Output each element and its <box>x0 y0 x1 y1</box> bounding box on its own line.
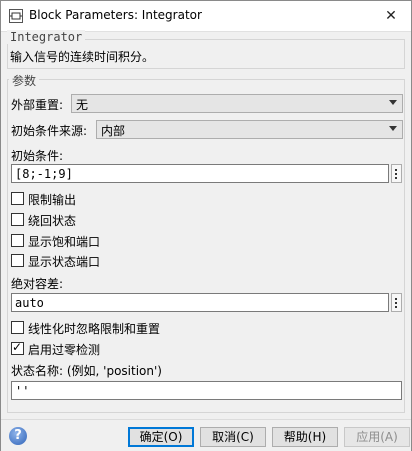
state-name-input[interactable] <box>12 382 401 399</box>
abs-tolerance-field[interactable] <box>11 293 389 312</box>
ic-source-label: 初始条件来源: <box>11 124 88 138</box>
ok-button[interactable]: 确定(O) <box>128 427 194 447</box>
ignore-limit-reset-label: 线性化时忽略限制和重置 <box>28 322 161 336</box>
close-icon[interactable]: ✕ <box>381 6 401 26</box>
wrap-state-label: 绕回状态 <box>28 214 77 228</box>
show-state-port-label: 显示状态端口 <box>28 255 101 269</box>
external-reset-label: 外部重置: <box>11 98 64 112</box>
title-bar: Block Parameters: Integrator ✕ <box>1 1 411 32</box>
more-options-icon[interactable] <box>391 293 402 312</box>
block-description: 输入信号的连续时间积分。 <box>10 50 155 64</box>
abs-tolerance-input[interactable] <box>12 294 388 311</box>
show-saturation-port-label: 显示饱和端口 <box>28 235 101 249</box>
initial-condition-input[interactable] <box>12 165 388 182</box>
more-options-icon[interactable] <box>391 164 402 183</box>
initial-condition-label: 初始条件: <box>11 149 64 163</box>
zero-crossing-label: 启用过零检测 <box>28 343 101 357</box>
checkbox-box[interactable] <box>11 234 24 247</box>
help-button[interactable]: 帮助(H) <box>272 427 338 447</box>
button-bar: ? 确定(O) 取消(C) 帮助(H) 应用(A) <box>1 419 411 451</box>
ic-source-value: 内部 <box>101 124 126 138</box>
checkbox-box[interactable] <box>11 254 24 267</box>
block-parameters-dialog: Block Parameters: Integrator ✕ Integrato… <box>0 0 412 451</box>
parameters-group-label: 参数 <box>9 72 40 89</box>
checkbox-box[interactable] <box>11 213 24 226</box>
apply-button[interactable]: 应用(A) <box>344 427 410 447</box>
chevron-down-icon <box>389 126 397 131</box>
abs-tolerance-label: 绝对容差: <box>11 277 64 291</box>
initial-condition-field[interactable] <box>11 164 389 183</box>
dialog-body: Integrator 输入信号的连续时间积分。 参数 外部重置: 无 初始条件来… <box>1 30 411 418</box>
chevron-down-icon <box>389 100 397 105</box>
simulink-app-icon <box>9 9 23 23</box>
cancel-button[interactable]: 取消(C) <box>200 427 266 447</box>
limit-output-label: 限制输出 <box>28 193 77 207</box>
checkbox-box-checked[interactable] <box>11 340 24 355</box>
checkbox-box[interactable] <box>11 192 24 205</box>
state-name-field[interactable] <box>11 381 402 400</box>
integrator-group-label: Integrator <box>7 30 86 44</box>
checkbox-box[interactable] <box>11 321 24 334</box>
help-question-icon[interactable]: ? <box>9 427 27 445</box>
state-name-label: 状态名称: (例如, 'position') <box>11 364 162 378</box>
window-title: Block Parameters: Integrator <box>29 8 202 22</box>
external-reset-select[interactable]: 无 <box>71 94 403 113</box>
external-reset-value: 无 <box>76 98 89 112</box>
ic-source-select[interactable]: 内部 <box>96 120 403 139</box>
